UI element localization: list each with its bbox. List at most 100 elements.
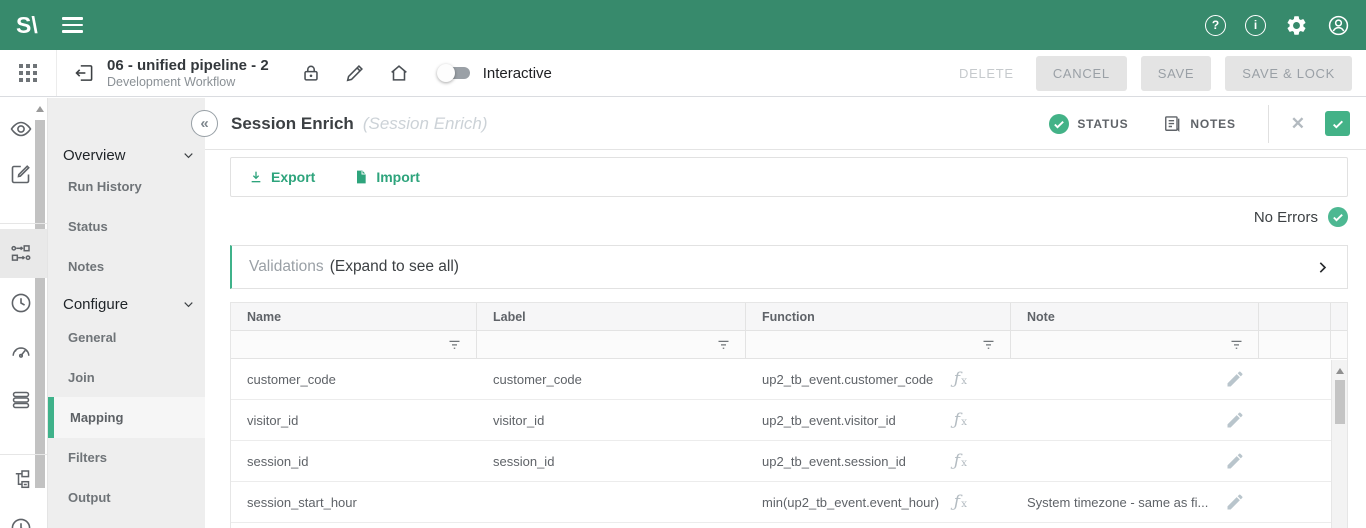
cell-name: visitor_id — [247, 412, 299, 428]
filter-icon — [449, 340, 460, 349]
datasets-stack-icon[interactable] — [9, 388, 33, 412]
filter-icon — [983, 340, 994, 349]
sidenav-item-filters[interactable]: Filters — [68, 447, 107, 467]
import-label: Import — [376, 169, 420, 185]
sidenav-item-run-history[interactable]: Run History — [68, 176, 142, 196]
chevron-right-icon — [1319, 261, 1327, 273]
detail-title: Session Enrich — [231, 113, 354, 133]
screen: S\ ? i 06 - unified pipeline - 2 Develop… — [0, 0, 1366, 528]
interactive-toggle[interactable] — [436, 63, 473, 83]
cell-note: System timezone - same as fi... — [1011, 482, 1259, 522]
edit-pencil-icon[interactable] — [344, 62, 366, 84]
brand-logo[interactable]: S\ — [16, 12, 38, 39]
filter-function[interactable] — [746, 331, 1011, 358]
column-header-label[interactable]: Label — [477, 303, 746, 330]
filter-note[interactable] — [1011, 331, 1259, 358]
filter-label[interactable] — [477, 331, 746, 358]
validations-expander[interactable]: Validations (Expand to see all) — [230, 245, 1348, 289]
column-header-function[interactable]: Function — [746, 303, 1011, 330]
column-header-name[interactable]: Name — [231, 303, 477, 330]
rail-scroll-up-icon[interactable] — [36, 106, 44, 112]
validations-label: Validations — [249, 258, 324, 275]
mapping-table: Name Label Function Note customer_code c… — [230, 302, 1348, 528]
column-header-note[interactable]: Note — [1011, 303, 1259, 330]
cell-function: up2_tb_event.customer_code ƒx — [746, 359, 1011, 399]
cell-label: session_id — [493, 453, 555, 469]
filter-icon — [718, 340, 729, 349]
info-icon[interactable]: i — [1245, 14, 1266, 36]
confirm-checkbox[interactable] — [1325, 111, 1350, 136]
status-button[interactable]: STATUS — [1049, 113, 1129, 134]
chevron-down-icon — [184, 152, 193, 158]
interactive-toggle-label: Interactive — [482, 64, 552, 82]
file-icon — [357, 170, 367, 184]
selected-item-label: Mapping — [70, 410, 124, 425]
help-icon[interactable]: ? — [1205, 14, 1226, 36]
table-row[interactable]: session_start_hour min(up2_tb_event.even… — [231, 482, 1347, 523]
hierarchy-tree-icon[interactable] — [9, 467, 33, 491]
close-icon[interactable]: ✕ — [1287, 114, 1309, 134]
sidenav-item-join[interactable]: Join — [68, 367, 95, 387]
edit-row-pencil-icon[interactable] — [1225, 410, 1245, 430]
function-formula-icon[interactable]: ƒx — [954, 369, 1011, 389]
scrollbar-thumb[interactable] — [1335, 380, 1345, 424]
cancel-button[interactable]: CANCEL — [1035, 55, 1127, 91]
edit-row-pencil-icon[interactable] — [1225, 492, 1245, 512]
cell-label — [477, 482, 746, 522]
exit-workflow-icon[interactable] — [73, 62, 95, 84]
function-formula-icon[interactable]: ƒx — [954, 451, 1011, 471]
compose-edit-icon[interactable] — [9, 162, 33, 186]
edit-row-pencil-icon[interactable] — [1225, 451, 1245, 471]
function-formula-icon[interactable]: ƒx — [954, 410, 1011, 430]
clock-icon[interactable] — [9, 516, 33, 528]
hamburger-menu-icon[interactable] — [61, 17, 83, 33]
filter-actions-empty — [1259, 331, 1331, 358]
cell-function: min(up2_tb_event.event_hour) ƒx — [746, 482, 1011, 522]
function-formula-icon[interactable]: ƒx — [954, 492, 1011, 512]
sidenav-item-mapping-selected[interactable]: Mapping — [48, 397, 205, 438]
table-row[interactable]: session_id session_id up2_tb_event.sessi… — [231, 441, 1347, 482]
table-row[interactable]: customer_code customer_code up2_tb_event… — [231, 359, 1347, 400]
collapse-panel-button[interactable]: « — [191, 110, 218, 137]
chevron-down-icon — [184, 301, 193, 307]
config-sidenav: Overview Run History Status Notes Config… — [48, 98, 205, 528]
cell-name: customer_code — [247, 371, 336, 387]
column-header-actions — [1259, 303, 1331, 330]
scroll-up-icon[interactable] — [1335, 368, 1344, 374]
table-row[interactable]: visitor_id visitor_id up2_tb_event.visit… — [231, 400, 1347, 441]
delete-button[interactable]: DELETE — [951, 57, 1022, 90]
table-header-row: Name Label Function Note — [231, 303, 1347, 331]
detail-header: Session Enrich (Session Enrich) STATUS N… — [205, 98, 1366, 150]
save-button[interactable]: SAVE — [1140, 55, 1212, 91]
apps-grid-button[interactable] — [0, 50, 57, 96]
rail-divider — [0, 223, 47, 224]
lock-icon[interactable] — [300, 62, 322, 84]
user-profile-icon[interactable] — [1327, 14, 1350, 37]
status-label: STATUS — [1077, 116, 1129, 131]
history-clock-icon[interactable] — [9, 291, 33, 315]
filter-name[interactable] — [231, 331, 477, 358]
sidenav-section-configure[interactable]: Configure — [63, 292, 195, 316]
edit-row-pencil-icon[interactable] — [1225, 369, 1245, 389]
toolbar-actions: DELETE CANCEL SAVE SAVE & LOCK — [951, 55, 1366, 91]
apps-grid-icon — [18, 63, 38, 83]
sidenav-item-output[interactable]: Output — [68, 487, 111, 507]
rail-scrollbar[interactable] — [35, 120, 45, 488]
save-and-lock-button[interactable]: SAVE & LOCK — [1225, 55, 1352, 91]
notes-button[interactable]: NOTES — [1162, 114, 1235, 134]
rail-divider — [0, 454, 47, 455]
export-button[interactable]: Export — [248, 169, 315, 185]
detail-subtitle: (Session Enrich) — [362, 113, 488, 133]
sidenav-item-general[interactable]: General — [68, 327, 116, 347]
sidenav-item-notes[interactable]: Notes — [68, 256, 104, 276]
sidenav-item-status[interactable]: Status — [68, 216, 108, 236]
status-check-icon — [1049, 113, 1070, 134]
gauge-dashboard-icon[interactable] — [9, 339, 33, 363]
table-scrollbar[interactable] — [1331, 360, 1347, 528]
home-icon[interactable] — [388, 62, 410, 84]
preview-eye-icon[interactable] — [9, 117, 33, 141]
settings-gear-icon[interactable] — [1285, 14, 1308, 37]
pipeline-mapping-icon[interactable] — [9, 241, 33, 265]
import-button[interactable]: Import — [353, 169, 420, 185]
sidenav-section-overview[interactable]: Overview — [63, 143, 195, 167]
